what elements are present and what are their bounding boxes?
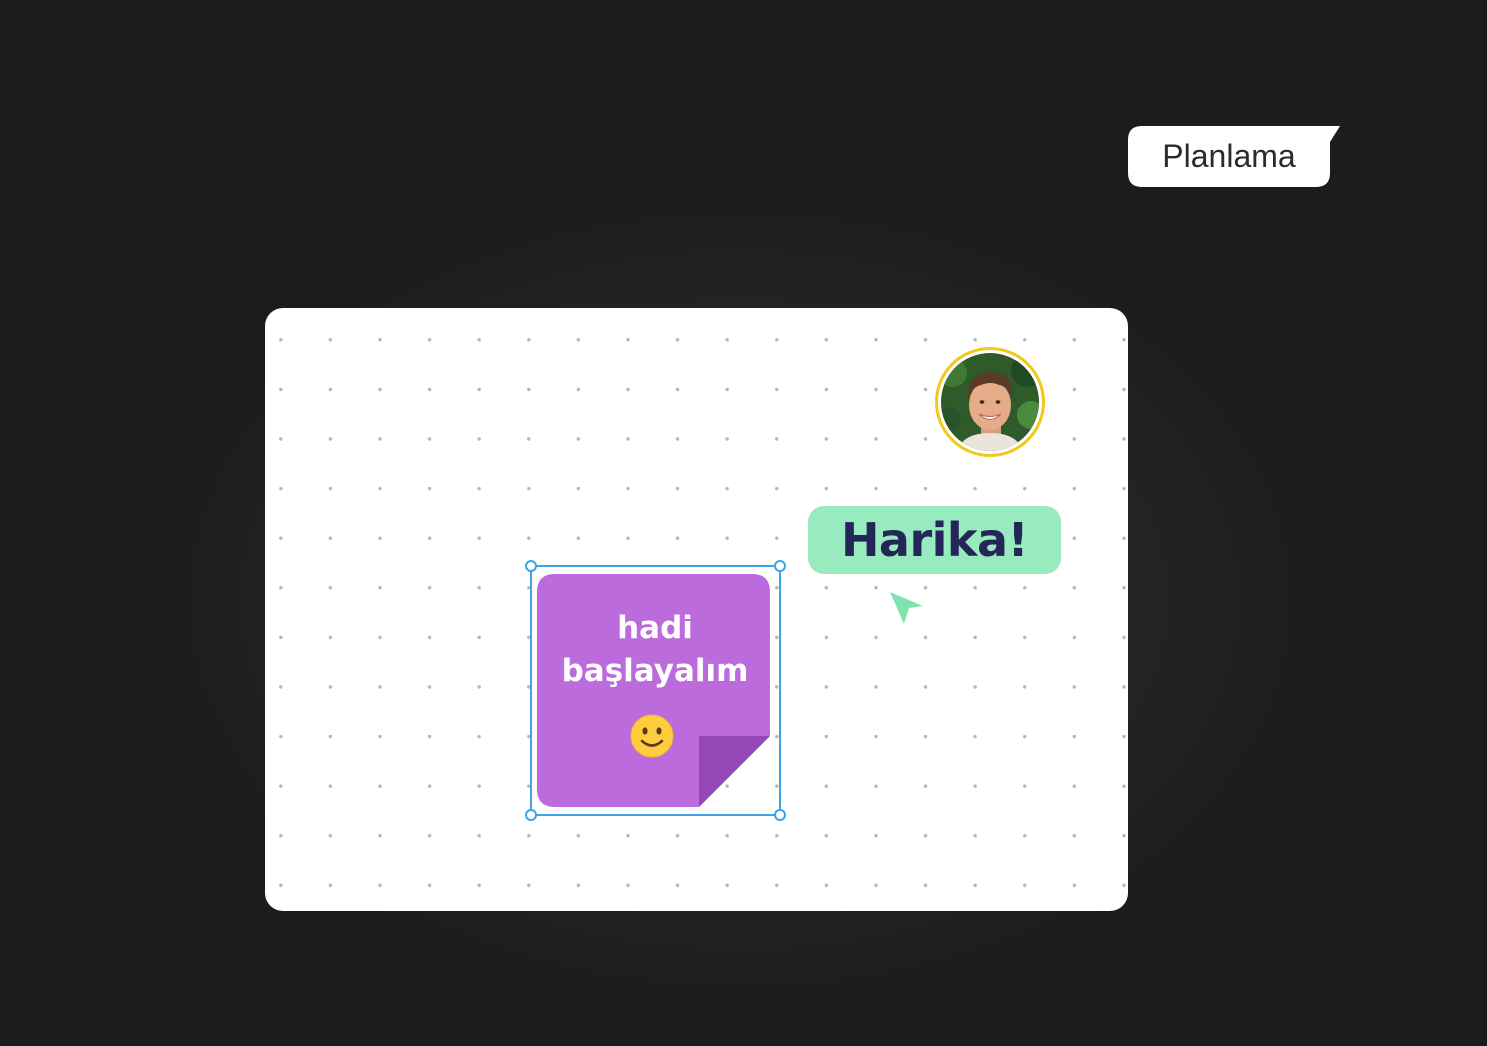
planlama-tag[interactable]: Planlama: [1128, 126, 1340, 187]
tag-label: Planlama: [1162, 138, 1296, 174]
sticky-note[interactable]: hadi başlayalım: [537, 574, 770, 807]
pointer-arrow-icon: [890, 592, 923, 624]
collaborator-avatar[interactable]: [935, 347, 1045, 457]
resize-handle-bottom-left[interactable]: [525, 809, 537, 821]
resize-handle-top-right[interactable]: [774, 560, 786, 572]
sticky-note-line-1: hadi: [617, 610, 693, 646]
resize-handle-bottom-right[interactable]: [774, 809, 786, 821]
sticky-note-text: hadi başlayalım: [537, 607, 773, 693]
user-avatar-icon: [941, 353, 1039, 451]
resize-handle-top-left[interactable]: [525, 560, 537, 572]
smiley-face-icon: [630, 714, 674, 758]
sticky-note-line-2: başlayalım: [561, 653, 749, 689]
reaction-bubble[interactable]: Harika!: [808, 506, 1061, 574]
whiteboard-canvas[interactable]: Harika! hadi başlayalım: [265, 308, 1128, 911]
